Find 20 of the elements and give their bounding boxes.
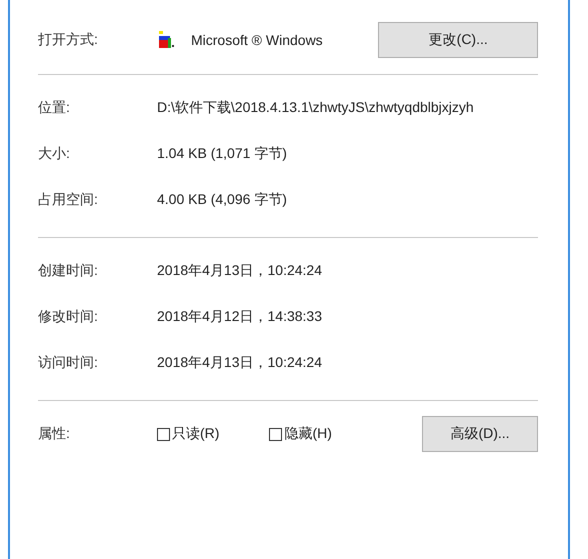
cube-icon (157, 30, 177, 50)
field-value: 2018年4月13日，10:24:24 (157, 262, 322, 280)
field-label: 占用空间: (38, 191, 99, 209)
field-label: 位置: (38, 99, 71, 117)
field-value: D:\软件下载\2018.4.13.1\zhwtyJS\zhwtyqdblbjxjzyh (157, 99, 474, 117)
change-button[interactable]: 更改(C)... (378, 22, 538, 58)
advanced-button[interactable]: 高级(D)... (422, 416, 538, 452)
checkbox[interactable]: 只读(R) (157, 425, 220, 443)
field-value: 1.04 KB (1,071 字节) (157, 145, 287, 163)
app-name: Microsoft ® Windows (191, 32, 323, 48)
checkbox[interactable]: 隐藏(H) (269, 425, 332, 443)
field-value: 2018年4月12日，14:38:33 (157, 308, 322, 326)
field-label: 属性: (38, 425, 71, 443)
field-label: 创建时间: (38, 262, 99, 280)
field-label: 大小: (38, 145, 71, 163)
field-label: 访问时间: (38, 354, 99, 372)
field-label: 打开方式: (38, 31, 99, 49)
field-value: 2018年4月13日，10:24:24 (157, 354, 322, 372)
field-label: 修改时间: (38, 308, 99, 326)
field-value: 4.00 KB (4,096 字节) (157, 191, 287, 209)
